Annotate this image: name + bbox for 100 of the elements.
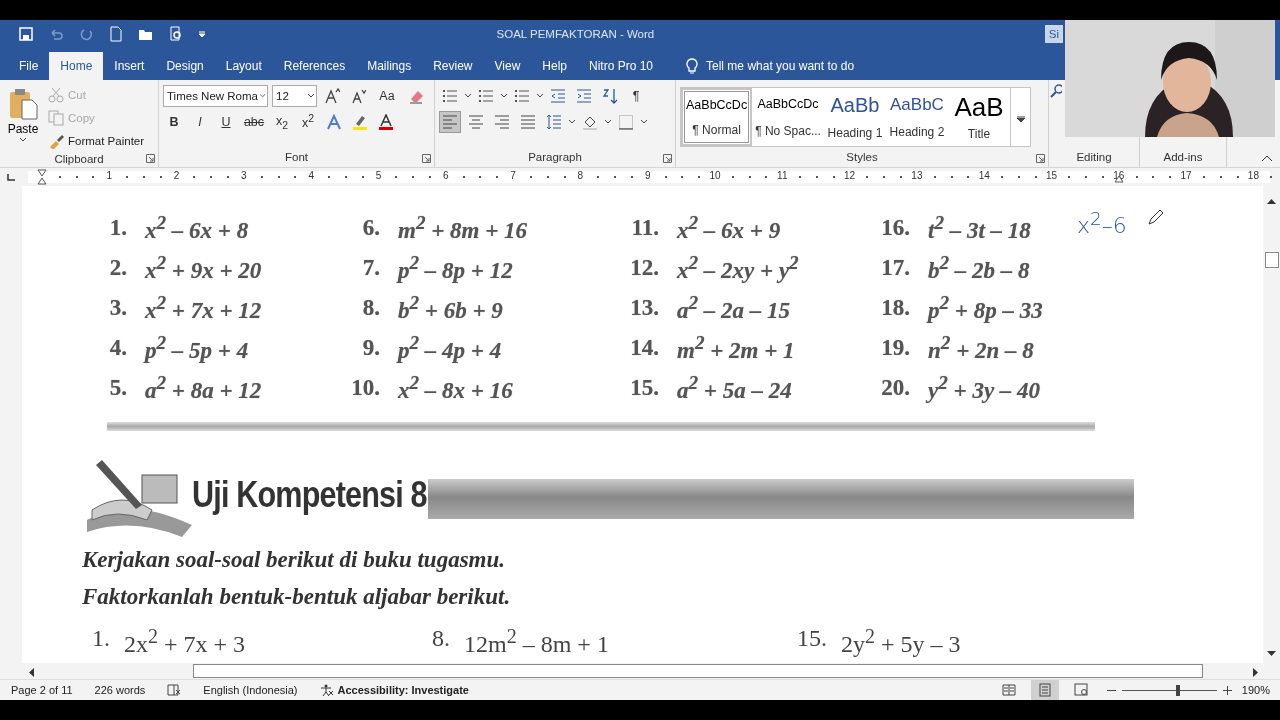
menu-tab[interactable]: File [8,52,50,80]
tab-selector-icon[interactable] [6,172,16,182]
save-icon[interactable] [18,26,34,42]
highlighter-icon [352,114,368,130]
scroll-thumb[interactable] [193,664,1203,678]
sort-icon [602,88,618,104]
menu-tab[interactable]: Insert [103,52,156,80]
math-expression: a$^{2}$ + 8a + 12 [145,372,262,404]
font-name-field[interactable]: Times New Roma [163,85,268,107]
menu-tab[interactable]: Review [422,52,484,80]
dialog-launcher-icon[interactable] [1036,154,1045,163]
math-expression: t$^{2}$ – 3t – 18 [928,212,1031,244]
format-button[interactable]: U [215,111,237,133]
style-option[interactable]: AaBbCcDc ¶ Normal [681,88,753,146]
dialog-launcher-icon[interactable] [422,154,431,163]
format-button[interactable]: B [163,111,185,133]
problem-number: 1. [108,215,127,241]
sign-in-button[interactable]: Si [1044,25,1063,43]
group-label: Font [284,150,309,165]
problem-number: 9. [361,335,380,361]
menu-tab[interactable]: View [483,52,532,80]
format-button[interactable]: x$^{2}$ [297,111,319,133]
math-expression: b$^{2}$ + 6b + 9 [398,292,503,324]
menu-tab[interactable]: Mailings [356,52,423,80]
print-view-button[interactable] [1030,680,1059,700]
caret-icon[interactable] [569,120,575,124]
handwritten-note: x$^{2}$–6 [1077,208,1127,239]
format-button[interactable]: x$_{2}$ [271,111,293,133]
style-option[interactable]: AaBbCcDc ¶ No Spac... [752,88,824,146]
math-expression: b$^{2}$ – 2b – 8 [928,252,1030,284]
bullet-list-icon [442,88,458,104]
redo-icon[interactable] [78,26,94,42]
caret-icon[interactable] [641,120,647,124]
group-label: Clipboard [53,152,105,167]
indent-marker-icon[interactable] [37,169,47,185]
collapse-ribbon-icon[interactable] [1262,155,1272,161]
menu-tab[interactable]: Nitro Pro 10 [578,52,665,80]
search-icon[interactable] [1050,84,1062,98]
problem-number: 15. [797,625,827,653]
page-count[interactable]: Page 2 of 11 [11,684,73,696]
word-count[interactable]: 226 words [94,684,146,696]
problem-number: 8. [361,295,380,321]
caret-icon[interactable] [501,94,507,98]
section-title: Uji Kompetensi 8 [192,474,427,516]
undo-icon[interactable] [48,26,64,42]
slider-thumb[interactable] [1175,684,1180,696]
math-expression: x$^{2}$ – 6x + 8 [145,212,249,244]
customize-icon[interactable] [198,30,206,38]
math-expression: x$^{2}$ – 6x + 9 [677,212,781,244]
caret-icon[interactable] [537,94,543,98]
menu-tab[interactable]: References [272,52,357,80]
tell-me-search[interactable]: Tell me what you want to do [706,59,855,73]
caret-icon[interactable] [605,120,611,124]
menu-tab[interactable]: Help [531,52,578,80]
menu-tab[interactable]: Home [49,52,104,80]
caret-icon[interactable] [465,94,471,98]
caret-icon[interactable] [20,138,26,142]
accessibility-button[interactable]: Accessibility: Investigate [319,684,469,696]
font-size-field[interactable]: 12 [272,85,317,107]
borders-icon [618,114,634,130]
show-formatting-button[interactable]: ¶ [625,85,647,107]
paint-bucket-icon [582,114,598,130]
eraser-icon [408,88,424,104]
scroll-thumb[interactable] [1264,252,1279,268]
problem-number: 5. [108,375,127,401]
style-option[interactable]: AaBbC Heading 2 [885,88,948,146]
ruler: 1 2 3 4 5 6 7 8 9 10 11 12 13 14 15 16 17 18 [28,171,1270,183]
problem-number: 14. [629,335,659,361]
style-option[interactable]: AaB Title [947,88,1010,146]
zoom-level[interactable]: 190% [1241,684,1270,696]
format-button[interactable]: abc [241,111,267,133]
paste-button[interactable]: Paste [4,84,42,151]
format-button[interactable]: I [189,111,211,133]
dialog-launcher-icon[interactable] [146,154,155,163]
problem-number: 1. [92,625,110,653]
font-color-icon [378,114,394,130]
menu-tab[interactable]: Layout [214,52,273,80]
problem-number: 12. [629,255,659,281]
math-expression: m$^{2}$ + 8m + 16 [398,212,528,244]
group-label: Add-ins [1162,150,1204,165]
style-option[interactable]: AaBb Heading 1 [823,88,886,146]
change-case-button[interactable]: Aa [373,85,401,107]
proofing-icon[interactable] [167,684,182,696]
math-expression: 2x$^{2}$ + 7x + 3 [124,625,246,658]
math-expression: n$^{2}$ + 2n – 8 [928,332,1034,364]
dialog-launcher-icon[interactable] [663,154,672,163]
menu-tab[interactable]: Design [155,52,215,80]
caret-icon[interactable] [308,94,314,98]
instruction-text: Faktorkanlah bentuk-bentuk aljabar berikut. [82,583,512,611]
problem-number: 2. [108,255,127,281]
expand-icon [1016,115,1025,122]
lightbulb-icon[interactable] [686,58,699,74]
format-painter-button[interactable]: Format Painter [46,130,147,151]
accessibility-icon [319,684,334,696]
print-preview-icon[interactable] [168,26,184,42]
math-expression: x$^{2}$ + 9x + 20 [145,252,262,284]
language-label[interactable]: English (Indonesia) [203,684,298,696]
pencil-icon [1147,208,1165,226]
new-document-icon[interactable] [108,26,124,42]
math-expression: 12m$^{2}$ – 8m + 1 [464,625,609,658]
